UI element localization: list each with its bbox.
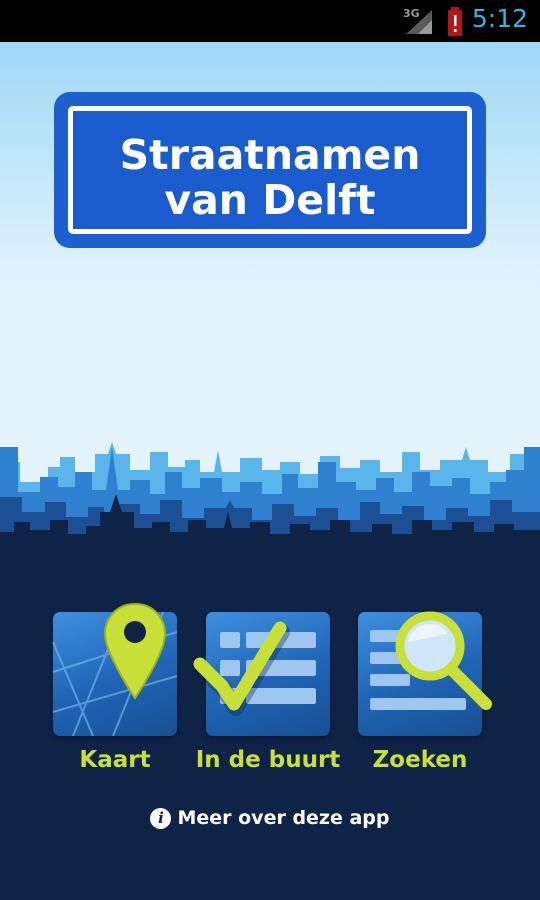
app-title-sign: Straatnamen van Delft bbox=[54, 92, 486, 248]
in-de-buurt-button[interactable] bbox=[193, 612, 330, 736]
battery-alert-icon bbox=[448, 7, 462, 36]
zoeken-button[interactable] bbox=[358, 611, 492, 736]
search-icon bbox=[370, 611, 492, 710]
app-title-line-1: Straatnamen bbox=[119, 131, 421, 179]
sign-inner-border: Straatnamen van Delft bbox=[68, 106, 472, 234]
zoeken-label[interactable]: Zoeken bbox=[335, 747, 505, 773]
status-bar: 3G 5:12 bbox=[0, 0, 540, 42]
network-type: 3G bbox=[403, 7, 420, 20]
app-screen: Straatnamen van Delft Kaart In de buurt … bbox=[0, 42, 540, 900]
map-pin-icon bbox=[52, 602, 178, 737]
about-label: Meer over deze app bbox=[177, 807, 390, 829]
about-link[interactable]: i Meer over deze app bbox=[0, 807, 540, 829]
app-title: Straatnamen van Delft bbox=[73, 133, 467, 223]
info-icon: i bbox=[150, 808, 172, 829]
kaart-label[interactable]: Kaart bbox=[30, 747, 200, 773]
kaart-button[interactable] bbox=[52, 602, 178, 737]
checklist-icon bbox=[193, 621, 316, 716]
clock: 5:12 bbox=[471, 4, 528, 33]
app-title-line-2: van Delft bbox=[164, 176, 376, 224]
in-de-buurt-label[interactable]: In de buurt bbox=[183, 747, 353, 773]
